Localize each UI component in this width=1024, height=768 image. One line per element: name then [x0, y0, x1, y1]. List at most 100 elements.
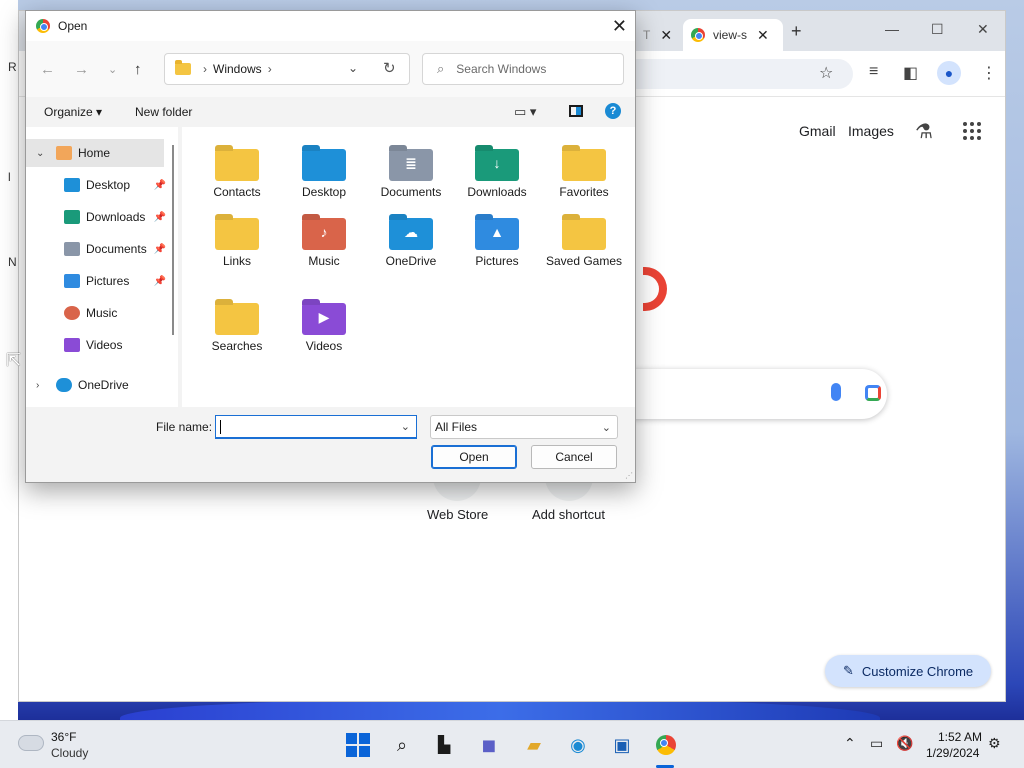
google-lens-icon[interactable] — [865, 385, 881, 401]
bookmark-star-icon[interactable]: ☆ — [819, 63, 833, 83]
desktop-icon-label[interactable]: N — [8, 255, 17, 269]
network-icon[interactable]: ▭ — [870, 735, 883, 752]
maximize-icon[interactable]: ☐ — [931, 21, 944, 38]
gmail-link[interactable]: Gmail — [799, 123, 836, 139]
nav-item-music[interactable]: Music — [26, 299, 166, 327]
folder-label: Saved Games — [545, 254, 623, 268]
chevron-down-icon[interactable]: ⌄ — [36, 148, 50, 159]
task-view-icon[interactable]: ▙ — [432, 733, 456, 757]
weather-description[interactable]: Cloudy — [51, 746, 88, 760]
chrome-tab-active[interactable]: view-s ✕ — [683, 19, 783, 51]
cancel-button[interactable]: Cancel — [531, 445, 617, 469]
close-tab-icon[interactable]: ✕ — [757, 27, 769, 44]
minimize-icon[interactable]: — — [885, 21, 899, 37]
folder-item[interactable]: Desktop — [281, 149, 367, 200]
up-arrow-icon[interactable]: ↑ — [134, 61, 142, 78]
weather-temperature[interactable]: 36°F — [51, 730, 76, 744]
notifications-icon[interactable]: ⚙ — [988, 735, 1001, 752]
nav-item-documents[interactable]: Documents 📌 — [26, 235, 166, 263]
breadcrumb[interactable]: › Windows › ⌄ ↻ — [164, 53, 410, 85]
desktop-icon-label[interactable]: l — [8, 170, 11, 184]
folder-item[interactable]: Links — [194, 218, 280, 269]
clock-date[interactable]: 1/29/2024 — [926, 746, 979, 760]
clock-time[interactable]: 1:52 AM — [938, 730, 982, 744]
file-type-select[interactable]: All Files ⌄ — [430, 415, 618, 439]
customize-chrome-button[interactable]: ✎ Customize Chrome — [825, 655, 991, 687]
folder-item[interactable]: ≣ Documents — [368, 149, 454, 200]
shortcut-label[interactable]: Add shortcut — [532, 507, 605, 522]
close-tab-icon[interactable]: ✕ — [660, 27, 672, 44]
folder-glyph-icon: ☁ — [404, 224, 418, 240]
images-link[interactable]: Images — [848, 123, 894, 139]
chevron-down-icon[interactable]: ⌄ — [348, 61, 358, 75]
folder-item[interactable]: ☁ OneDrive — [368, 218, 454, 269]
new-folder-button[interactable]: New folder — [135, 105, 192, 119]
organize-menu-button[interactable]: Organize ▾ — [44, 105, 102, 119]
dialog-title: Open — [58, 19, 88, 33]
nav-item-home[interactable]: ⌄ Home — [26, 139, 164, 167]
file-explorer-icon[interactable]: ▰ — [522, 733, 546, 757]
breadcrumb-segment[interactable]: Windows — [213, 62, 262, 76]
address-bar[interactable] — [619, 59, 853, 89]
resize-grip-icon[interactable]: ⋰ — [625, 471, 633, 480]
profile-avatar-icon[interactable]: ● — [937, 61, 961, 85]
close-window-icon[interactable]: ✕ — [977, 21, 989, 38]
back-arrow-icon[interactable]: ← — [40, 61, 55, 78]
refresh-icon[interactable]: ↻ — [383, 59, 396, 77]
help-icon[interactable]: ? — [605, 103, 621, 119]
recent-locations-chevron-icon[interactable]: ⌄ — [108, 63, 117, 76]
nav-item-videos[interactable]: Videos — [26, 331, 166, 359]
nav-pane-scrollbar[interactable] — [172, 145, 174, 335]
shortcut-label[interactable]: Web Store — [427, 507, 488, 522]
chrome-taskbar-icon[interactable] — [654, 733, 678, 757]
folder-item[interactable]: ▶ Videos — [281, 303, 367, 354]
breadcrumb-separator[interactable]: › — [268, 62, 272, 76]
start-button[interactable] — [346, 733, 370, 757]
folder-item[interactable]: Favorites — [541, 149, 627, 200]
chevron-down-icon[interactable]: ⌄ — [602, 421, 611, 434]
edge-icon[interactable]: ◉ — [566, 733, 590, 757]
show-hidden-icons-chevron-icon[interactable]: ⌃ — [844, 735, 856, 752]
store-icon[interactable]: ▣ — [610, 733, 634, 757]
microphone-icon[interactable] — [831, 383, 841, 401]
close-icon[interactable]: ✕ — [612, 16, 627, 37]
labs-flask-icon[interactable]: ⚗ — [915, 119, 933, 144]
cloud-icon[interactable] — [18, 735, 44, 751]
forward-arrow-icon[interactable]: → — [74, 61, 89, 78]
search-icon[interactable]: ⌕ — [390, 733, 414, 757]
pin-icon[interactable]: 📌 — [154, 212, 166, 223]
file-name-input[interactable]: ⌄ — [215, 415, 417, 439]
nav-item-label: Music — [86, 306, 118, 320]
pin-icon[interactable]: 📌 — [154, 180, 166, 191]
chrome-tab[interactable]: T ✕ — [635, 19, 681, 51]
nav-item-pictures[interactable]: Pictures 📌 — [26, 267, 166, 295]
folder-item[interactable]: Saved Games — [541, 218, 627, 269]
chat-icon[interactable]: ◼ — [477, 733, 501, 757]
open-button[interactable]: Open — [431, 445, 517, 469]
folder-item[interactable]: ▲ Pictures — [454, 218, 540, 269]
nav-item-downloads[interactable]: Downloads 📌 — [26, 203, 166, 231]
media-controls-icon[interactable]: ≡ — [869, 63, 878, 81]
pin-icon[interactable]: 📌 — [154, 276, 166, 287]
new-tab-button[interactable]: + — [791, 21, 802, 42]
view-options-icon[interactable]: ▭ ▾ — [514, 104, 536, 120]
preview-pane-icon[interactable] — [569, 105, 583, 117]
menu-kebab-icon[interactable]: ⋮ — [981, 63, 997, 83]
chevron-right-icon[interactable]: › — [36, 380, 50, 391]
pin-icon[interactable]: 📌 — [154, 244, 166, 255]
google-search-box[interactable] — [619, 369, 887, 419]
volume-muted-icon[interactable]: 🔇 — [896, 735, 913, 752]
folder-item[interactable]: ↓ Downloads — [454, 149, 540, 200]
folder-item[interactable]: Searches — [194, 303, 280, 354]
side-panel-icon[interactable]: ◧ — [903, 63, 918, 83]
folder-item[interactable]: ♪ Music — [281, 218, 367, 269]
desktop-icon-label[interactable]: R — [8, 60, 17, 74]
nav-item-desktop[interactable]: Desktop 📌 — [26, 171, 166, 199]
nav-item-onedrive[interactable]: › OneDrive — [26, 371, 166, 399]
search-input[interactable]: ⌕ Search Windows — [422, 53, 624, 85]
chevron-down-icon[interactable]: ⌄ — [401, 420, 410, 433]
folder-item[interactable]: Contacts — [194, 149, 280, 200]
google-apps-icon[interactable] — [963, 122, 981, 140]
folder-icon: ▶ — [302, 303, 346, 335]
nav-item-label: OneDrive — [78, 378, 129, 392]
